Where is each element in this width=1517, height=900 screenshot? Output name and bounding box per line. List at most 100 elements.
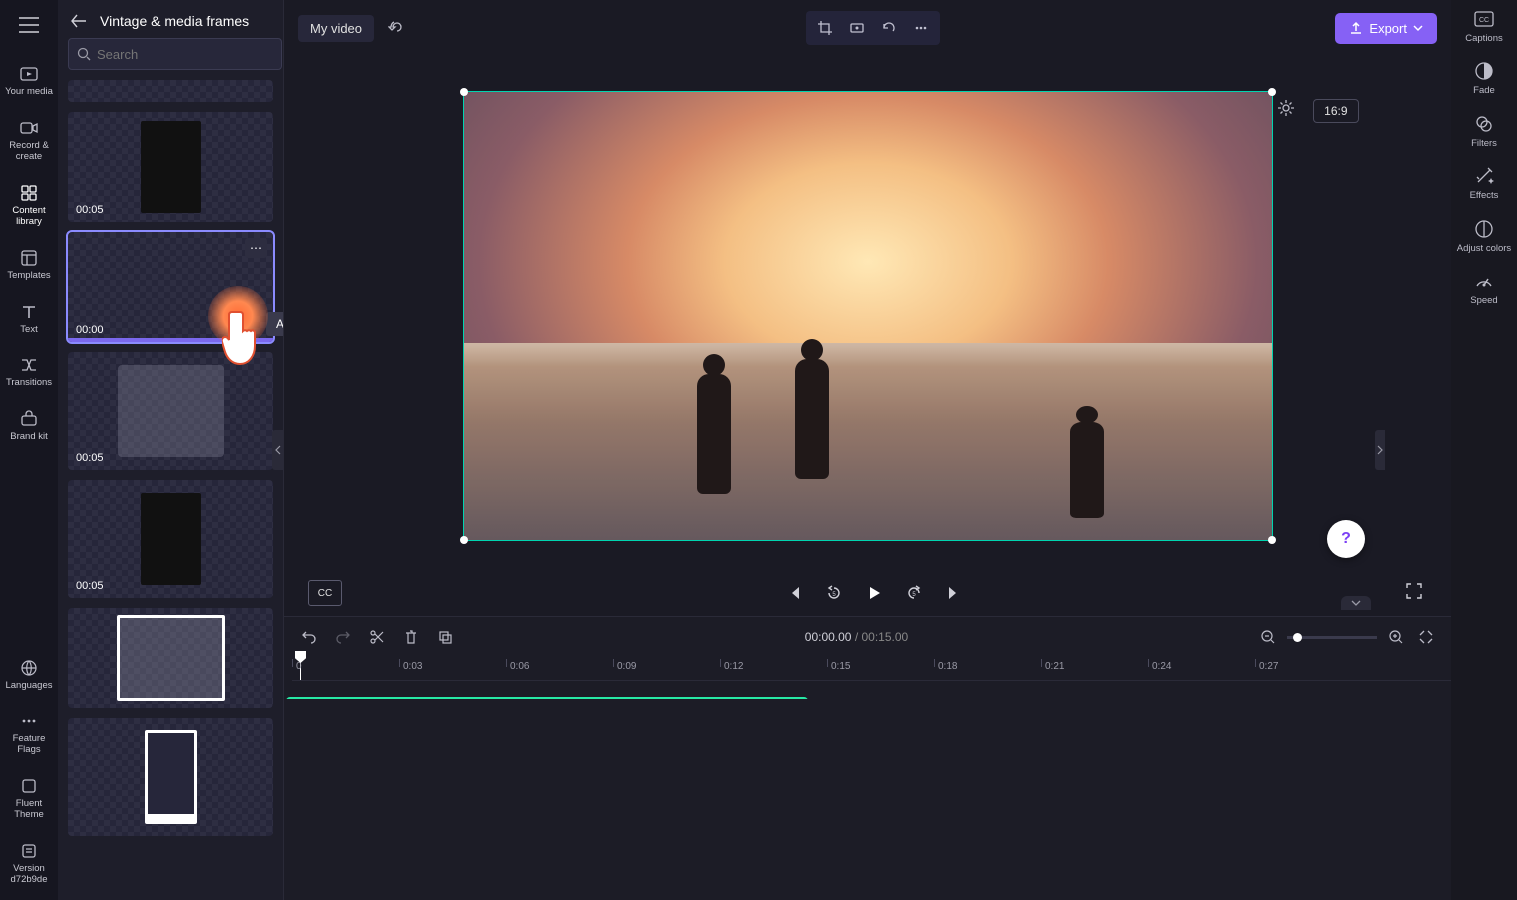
search-box[interactable] — [68, 38, 282, 70]
nav-feature-flags[interactable]: Feature Flags — [1, 707, 57, 760]
prop-speed[interactable]: Speed — [1470, 270, 1497, 306]
nav-content-library[interactable]: Content library — [1, 179, 57, 232]
version-icon — [19, 841, 39, 861]
fade-icon — [1473, 60, 1495, 82]
asset-list[interactable]: 00:05 ⋯ 00:00 00:05 00:05 Add to timelin… — [58, 80, 283, 900]
chevron-down-icon — [1413, 24, 1423, 32]
clip-frame-overlay[interactable] — [286, 697, 808, 699]
asset-thumb[interactable]: 00:05 — [68, 112, 273, 222]
nav-your-media[interactable]: Your media — [1, 60, 57, 102]
ruler-tick: 0:15 — [831, 661, 850, 672]
asset-thumb[interactable] — [68, 718, 273, 836]
crop-button[interactable] — [810, 15, 840, 41]
help-button[interactable]: ? — [1327, 520, 1365, 558]
record-icon — [19, 118, 39, 138]
selection-box[interactable] — [463, 91, 1273, 541]
zoom-slider[interactable] — [1287, 636, 1377, 639]
right-rail: CC Captions Fade Filters Effects Adjust … — [1451, 0, 1517, 900]
delete-button[interactable] — [400, 626, 422, 648]
nav-languages[interactable]: Languages — [1, 654, 57, 696]
nav-templates[interactable]: Templates — [1, 244, 57, 286]
media-icon — [19, 64, 39, 84]
thumb-more-button[interactable]: ⋯ — [245, 238, 267, 258]
adjust-icon — [1473, 218, 1495, 240]
prop-effects[interactable]: Effects — [1470, 165, 1499, 201]
ruler-tick: 0:06 — [510, 661, 529, 672]
svg-text:5: 5 — [912, 592, 916, 598]
right-panel-toggle[interactable] — [1375, 430, 1385, 470]
stage: 16:9 — [284, 56, 1451, 570]
panel-collapse-button[interactable] — [272, 430, 284, 470]
nav-text[interactable]: Text — [1, 298, 57, 340]
skip-fwd-button[interactable]: 5 — [903, 582, 925, 604]
split-button[interactable] — [366, 626, 388, 648]
effects-icon — [1473, 165, 1495, 187]
tooltip-add-to-timeline: Add to timeline — [266, 312, 283, 336]
prop-adjust-colors[interactable]: Adjust colors — [1457, 218, 1511, 254]
theme-icon — [19, 776, 39, 796]
timeline: 00:00.00 / 00:15.00 00:030:060:090:120:1… — [284, 616, 1451, 900]
timeline-tools: 00:00.00 / 00:15.00 — [284, 617, 1451, 657]
zoom-in-button[interactable] — [1385, 626, 1407, 648]
captions-toggle[interactable]: CC — [308, 580, 342, 606]
collapse-timeline-button[interactable] — [1341, 596, 1371, 610]
duplicate-button[interactable] — [434, 626, 456, 648]
nav-record-create[interactable]: Record & create — [1, 114, 57, 167]
captions-icon: CC — [1473, 8, 1495, 30]
asset-thumb[interactable] — [68, 80, 273, 102]
nav-fluent-theme[interactable]: Fluent Theme — [1, 772, 57, 825]
asset-panel: Vintage & media frames 00:05 ⋯ 00:00 — [58, 0, 284, 900]
filters-icon — [1473, 113, 1495, 135]
tracks-area[interactable] — [284, 681, 1451, 699]
asset-thumb-selected[interactable]: ⋯ 00:00 — [68, 232, 273, 342]
more-tools-button[interactable] — [906, 15, 936, 41]
topbar: My video Export — [284, 0, 1451, 56]
canvas-settings-button[interactable] — [1277, 99, 1299, 121]
ruler-tick: 0:03 — [403, 661, 422, 672]
text-icon — [19, 302, 39, 322]
ruler-tick: 0:12 — [724, 661, 743, 672]
rotate-button[interactable] — [874, 15, 904, 41]
timeline-ruler[interactable]: 00:030:060:090:120:150:180:210:240:27 — [292, 657, 1451, 681]
export-button[interactable]: Export — [1335, 13, 1437, 44]
transitions-icon — [19, 355, 39, 375]
left-rail: Your media Record & create Content libra… — [0, 0, 58, 900]
prop-filters[interactable]: Filters — [1471, 113, 1497, 149]
ruler-tick: 0:09 — [617, 661, 636, 672]
document-title[interactable]: My video — [298, 15, 374, 42]
svg-text:CC: CC — [1479, 17, 1489, 24]
next-frame-button[interactable] — [943, 582, 965, 604]
zoom-fit-button[interactable] — [1415, 626, 1437, 648]
undo-button[interactable] — [298, 626, 320, 648]
redo-button[interactable] — [332, 626, 354, 648]
play-button[interactable] — [863, 582, 885, 604]
panel-title: Vintage & media frames — [100, 13, 249, 29]
brandkit-icon — [19, 409, 39, 429]
zoom-out-button[interactable] — [1257, 626, 1279, 648]
menu-icon[interactable] — [12, 8, 46, 42]
prop-fade[interactable]: Fade — [1473, 60, 1495, 96]
ruler-tick: 0:24 — [1152, 661, 1171, 672]
nav-transitions[interactable]: Transitions — [1, 351, 57, 393]
fit-button[interactable] — [842, 15, 872, 41]
templates-icon — [19, 248, 39, 268]
playbar: CC 5 5 — [284, 570, 1451, 616]
sync-icon[interactable] — [384, 15, 410, 41]
aspect-ratio-chip[interactable]: 16:9 — [1313, 99, 1358, 123]
prev-frame-button[interactable] — [783, 582, 805, 604]
ruler-tick: 0:21 — [1045, 661, 1064, 672]
speed-icon — [1473, 270, 1495, 292]
search-input[interactable] — [97, 47, 273, 62]
nav-version[interactable]: Version d72b9de — [1, 837, 57, 890]
flags-icon — [19, 711, 39, 731]
asset-thumb[interactable] — [68, 608, 273, 708]
nav-brand-kit[interactable]: Brand kit — [1, 405, 57, 447]
asset-thumb[interactable]: 00:05 — [68, 352, 273, 470]
search-icon — [77, 47, 91, 61]
skip-back-button[interactable]: 5 — [823, 582, 845, 604]
fullscreen-button[interactable] — [1405, 582, 1427, 604]
asset-thumb[interactable]: 00:05 — [68, 480, 273, 598]
globe-icon — [19, 658, 39, 678]
prop-captions[interactable]: CC Captions — [1465, 8, 1503, 44]
back-button[interactable] — [68, 10, 90, 32]
